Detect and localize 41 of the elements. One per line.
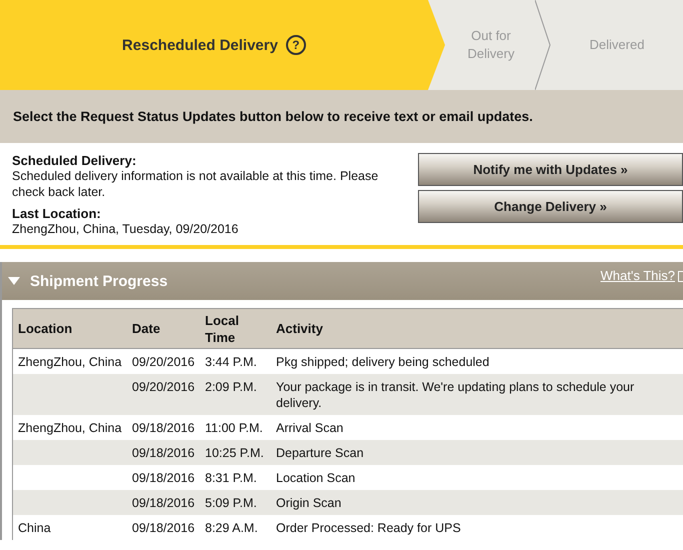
table-cell: Departure Scan [271, 440, 683, 465]
column-header: Activity [271, 308, 683, 348]
progress-step: Out for Delivery [461, 27, 521, 63]
table-cell: Your package is in transit. We're updating plans to schedule your delivery. [271, 374, 683, 415]
table-cell: 5:09 P.M. [200, 490, 271, 515]
triangle-icon[interactable] [8, 277, 20, 285]
table-cell: 09/18/2016 [127, 490, 200, 515]
detail-value: ZhengZhou, China, Tuesday, 09/20/2016 [12, 221, 240, 237]
table-cell: Location Scan [271, 465, 683, 490]
table-cell: 8:31 P.M. [200, 465, 271, 490]
table-cell: Origin Scan [271, 490, 683, 515]
step-label: Rescheduled Delivery [122, 36, 278, 54]
table-cell: 09/20/2016 [127, 374, 200, 415]
table-cell: ZhengZhou, China [12, 415, 127, 440]
action-button[interactable]: Change Delivery » [418, 190, 683, 223]
column-header: Local Time [200, 308, 271, 348]
table-cell: 8:29 A.M. [200, 515, 271, 540]
table-cell: Pkg shipped; delivery being scheduled [271, 348, 683, 374]
table-cell: Arrival Scan [271, 415, 683, 440]
table-cell: 09/18/2016 [127, 515, 200, 540]
column-header: Location [12, 308, 127, 348]
table-cell: 2:09 P.M. [200, 374, 271, 415]
section-title: Shipment Progress [30, 272, 168, 290]
table-cell: China [12, 515, 127, 540]
progress-step: Delivered [551, 36, 683, 54]
help-icon[interactable]: ? [286, 35, 306, 55]
column-header: Date [127, 308, 200, 348]
table-cell: Order Processed: Ready for UPS [271, 515, 683, 540]
table-cell: 09/18/2016 [127, 415, 200, 440]
table-cell: ZhengZhou, China [12, 348, 127, 374]
action-button[interactable]: Notify me with Updates » [418, 153, 683, 186]
table-cell: 09/20/2016 [127, 348, 200, 374]
detail-value: Scheduled delivery information is not available at this time. Please check back later. [12, 168, 380, 200]
detail-label: Scheduled Delivery: [12, 153, 138, 168]
detail-label: Last Location: [12, 206, 102, 221]
table-cell: 09/18/2016 [127, 440, 200, 465]
table-cell: 10:25 P.M. [200, 440, 271, 465]
table-cell: 09/18/2016 [127, 465, 200, 490]
notice-text: Select the Request Status Updates button below to receive text or email updates. [0, 90, 683, 143]
table-cell: 11:00 P.M. [200, 415, 271, 440]
table-cell: 3:44 P.M. [200, 348, 271, 374]
